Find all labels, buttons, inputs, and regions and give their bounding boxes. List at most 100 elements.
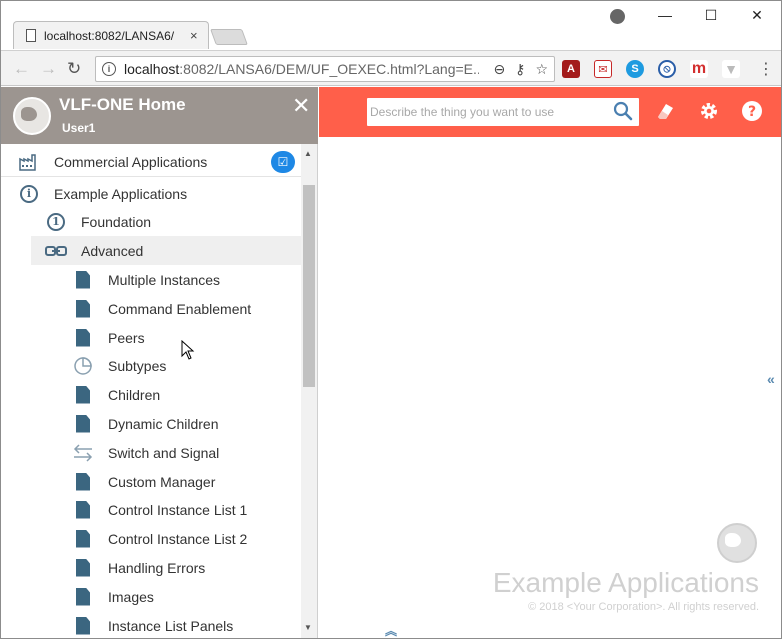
blocker-extension-icon[interactable]: ⦸ [658,60,676,78]
tree-item-label: Foundation [81,213,152,230]
tree-item-advanced[interactable]: Advanced [31,236,301,265]
tab-title: localhost:8082/LANSA6/ [44,28,175,43]
svg-text:?: ? [748,104,756,120]
tree-item-label: Multiple Instances [108,271,221,288]
window-close-button[interactable]: ✕ [737,7,777,27]
tree-item-handling-errors[interactable]: Handling Errors [1,553,301,582]
tree-item-control-instance-list-1[interactable]: Control Instance List 1 [1,495,301,524]
site-info-icon[interactable]: i [102,62,116,76]
tree-item-label: Control Instance List 2 [108,530,248,547]
tree-item-example-applications[interactable]: i Example Applications [1,179,301,208]
double-chevron-up-icon[interactable]: ︽ [385,622,397,638]
url-path: :8082/LANSA6/DEM/UF_OEXEC.html?Lang=E... [179,61,479,77]
browser-tab[interactable]: localhost:8082/LANSA6/ × [13,21,209,49]
tree-item-command-enablement[interactable]: Command Enablement [1,294,301,323]
browser-menu-icon[interactable]: ⋮ [758,59,774,79]
mail-extension-icon[interactable]: ✉ [594,60,612,78]
search-box[interactable] [367,98,639,126]
scroll-up-arrow-icon[interactable]: ▲ [304,149,312,158]
maximize-button[interactable]: ☐ [691,7,731,27]
tree-item-multiple-instances[interactable]: Multiple Instances [1,265,301,294]
tree-item-label: Images [108,588,154,605]
document-icon [72,499,94,521]
copyright-text: © 2018 <Your Corporation>. All rights re… [528,601,759,613]
sidebar-scroll-thumb[interactable] [303,185,315,387]
app-area: VLF-ONE Home User1 ✕ Commercial Applicat… [1,87,781,638]
link-icon [45,240,67,262]
globe-brand-icon [717,523,757,563]
top-bar: ? [319,87,781,137]
tree-item-label: Children [108,386,161,403]
tree-item-peers[interactable]: Peers [1,323,301,352]
user-label: User1 [62,121,96,135]
eraser-icon[interactable] [654,100,676,122]
bookmark-star-icon[interactable]: ☆ [535,61,548,78]
sidebar-header: VLF-ONE Home User1 ✕ [1,87,318,144]
document-icon [72,384,94,406]
search-input[interactable] [370,105,605,119]
help-icon[interactable]: ? [741,100,763,122]
tree-item-subtypes[interactable]: Subtypes [1,351,301,380]
tree-item-label: Peers [108,329,145,346]
search-icon[interactable] [613,101,633,121]
tree-item-foundation[interactable]: 1 Foundation [1,207,301,236]
document-icon [72,471,94,493]
document-icon [72,298,94,320]
document-icon [72,327,94,349]
home-title[interactable]: VLF-ONE Home [59,95,186,115]
url-text[interactable]: localhost:8082/LANSA6/DEM/UF_OEXEC.html?… [124,61,479,77]
globe-logo-icon [13,97,51,135]
page-icon [26,29,36,42]
m-extension-icon[interactable]: m [690,60,708,78]
tree-item-control-instance-list-2[interactable]: Control Instance List 2 [1,524,301,553]
tree-item-label: Instance List Panels [108,617,234,634]
browser-window: localhost:8082/LANSA6/ × — ☐ ✕ ← → ↻ i l… [0,0,782,639]
url-host: localhost [124,61,180,77]
back-arrow-icon[interactable]: ← [13,59,30,79]
scroll-down-arrow-icon[interactable]: ▼ [304,623,312,632]
tree-item-dynamic-children[interactable]: Dynamic Children [1,409,301,438]
document-icon [72,615,94,637]
mouse-cursor-icon [181,340,195,360]
zoom-out-icon[interactable]: ⊖ [493,61,505,78]
address-bar-actions: ⊖ ⚷ ☆ [493,61,548,78]
tree-item-label: Custom Manager [108,473,216,490]
document-icon [72,528,94,550]
document-icon [72,557,94,579]
document-icon [72,586,94,608]
filter-extension-icon[interactable]: ▼ [722,60,740,78]
reload-icon[interactable]: ↻ [67,59,81,79]
tree-item-switch-and-signal[interactable]: Switch and Signal [1,438,301,467]
skype-extension-icon[interactable]: S [626,60,644,78]
tree-item-label: Switch and Signal [108,444,220,461]
tab-close-icon[interactable]: × [190,28,198,43]
brand-title: Example Applications [492,567,759,598]
minimize-button[interactable]: — [645,7,685,27]
forward-arrow-icon[interactable]: → [40,59,57,79]
gear-icon[interactable] [698,100,720,122]
checkbox-badge-icon[interactable]: ☑ [271,151,295,173]
tree-item-label: Commercial Applications [54,154,208,170]
double-chevron-left-icon[interactable]: « [767,371,775,387]
main-content: ? « ︽ Example Applications © 2018 <Your … [319,87,781,638]
address-bar[interactable]: i localhost:8082/LANSA6/DEM/UF_OEXEC.htm… [95,56,555,82]
tree-item-label: Dynamic Children [108,415,219,432]
tree-item-images[interactable]: Images [1,582,301,611]
tab-strip: localhost:8082/LANSA6/ × — ☐ ✕ [1,1,781,51]
tree-item-children[interactable]: Children [1,380,301,409]
tree-item-custom-manager[interactable]: Custom Manager [1,467,301,496]
tree-item-instance-list-panels[interactable]: Instance List Panels [1,611,301,638]
sidebar-close-icon[interactable]: ✕ [292,93,310,119]
profile-icon[interactable] [610,9,625,24]
pie-chart-icon [72,355,94,377]
tree-item-label: Subtypes [108,357,167,374]
pdf-extension-icon[interactable]: A [562,60,580,78]
new-tab-button[interactable] [210,29,248,45]
tree-item-label: Control Instance List 1 [108,501,248,518]
key-icon[interactable]: ⚷ [515,61,525,78]
factory-icon [18,151,40,173]
tree-item-label: Advanced [81,242,144,259]
navigation-tree: Commercial Applications ☑ i Example Appl… [1,144,301,638]
sidebar: VLF-ONE Home User1 ✕ Commercial Applicat… [1,87,318,638]
tree-item-commercial-applications[interactable]: Commercial Applications ☑ [1,148,301,177]
